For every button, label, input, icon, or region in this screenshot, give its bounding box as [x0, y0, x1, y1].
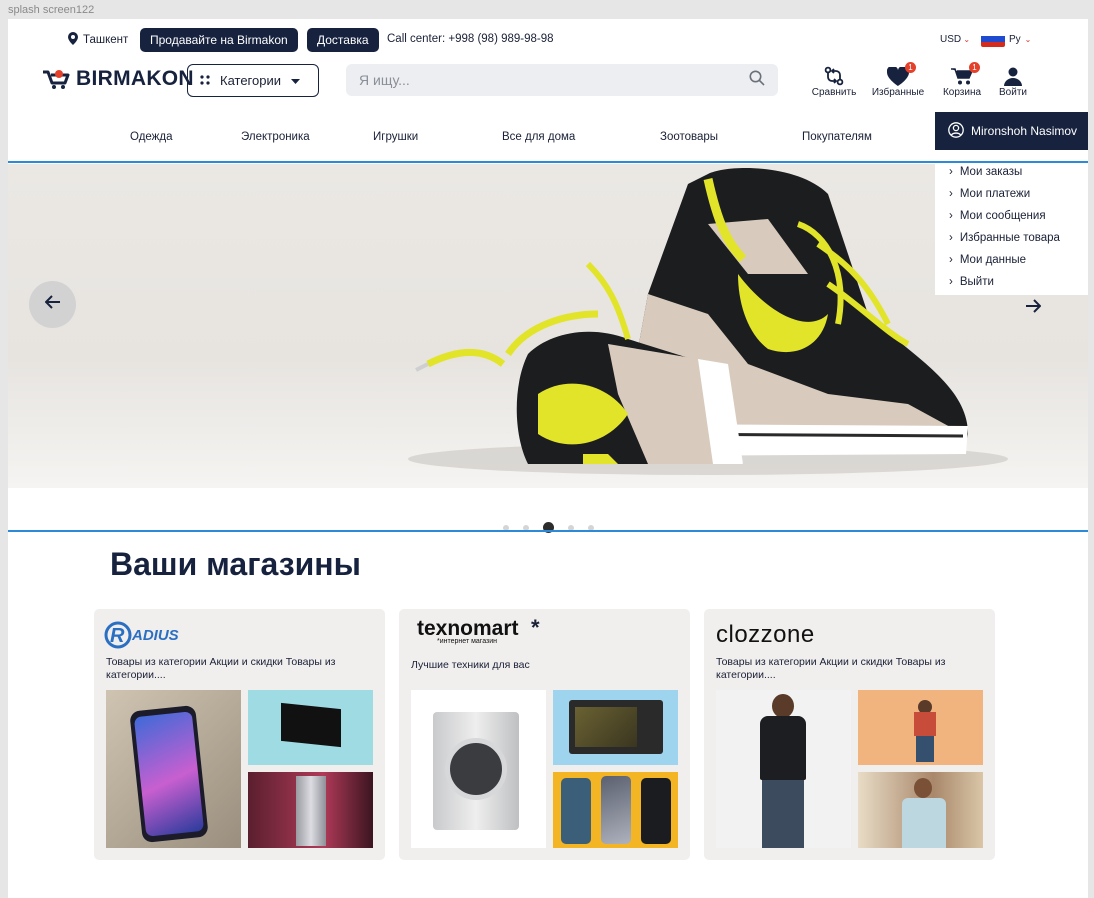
language-label: Ру — [1009, 33, 1021, 45]
cart-logo-icon — [43, 70, 70, 89]
store-card-clozzone[interactable]: clozzone Товары из категории Акции и ски… — [704, 609, 995, 860]
sell-on-birmakon-button[interactable]: Продавайте на Birmakon — [140, 28, 298, 52]
chevron-right-icon: › — [949, 276, 953, 288]
store-card-texnomart[interactable]: texnomart *интернет магазин * Лучшие тех… — [399, 609, 690, 860]
search-icon[interactable] — [749, 70, 765, 91]
favorites-badge: 1 — [905, 62, 916, 73]
user-account-button[interactable]: Mironshoh Nasimov — [935, 112, 1088, 150]
user-icon — [1004, 65, 1022, 87]
menu-item-logout[interactable]: › Выйти — [935, 271, 1088, 293]
search-bar — [346, 64, 778, 96]
smartphone-image — [106, 690, 241, 848]
slider-next-button[interactable] — [1025, 299, 1042, 318]
menu-item-payments[interactable]: › Мои платежи — [935, 183, 1088, 205]
cart-label: Корзина — [942, 87, 982, 98]
nav-item-pets[interactable]: Зоотовары — [660, 131, 718, 143]
nav-item-clothes[interactable]: Одежда — [130, 131, 172, 143]
menu-item-messages[interactable]: › Мои сообщения — [935, 205, 1088, 227]
menu-item-label: Избранные товара — [959, 232, 1060, 244]
logo-text: BIRMAKON — [76, 67, 194, 90]
menu-item-my-data[interactable]: › Мои данные — [935, 249, 1088, 271]
currency-selector[interactable]: USD ⌄ — [940, 34, 970, 45]
nav-item-electronics[interactable]: Электроника — [241, 131, 310, 143]
chevron-right-icon: › — [949, 188, 953, 200]
chevron-down-icon: ⌄ — [961, 35, 971, 44]
delivery-button[interactable]: Доставка — [307, 28, 379, 52]
radius-logo-text: ADIUS — [132, 626, 179, 644]
store-card-radius[interactable]: R ADIUS Товары из категории Акции и скид… — [94, 609, 385, 860]
asterisk-icon: * — [531, 615, 540, 640]
favorites-label: Избранные — [871, 87, 925, 98]
language-selector[interactable]: Ру ⌄ — [981, 31, 1031, 47]
categories-button[interactable]: Категории — [187, 64, 319, 97]
chevron-right-icon: › — [949, 232, 953, 244]
sneakers-image — [408, 168, 1008, 475]
categories-label: Категории — [220, 73, 281, 88]
location-selector[interactable]: Ташкент — [68, 32, 128, 48]
birmakon-logo[interactable]: BIRMAKON — [42, 67, 194, 91]
heart-icon: 1 — [887, 62, 916, 87]
store-description: Товары из категории Акции и скидки Товар… — [716, 656, 946, 681]
phones-image — [553, 772, 678, 848]
svg-text:R: R — [110, 625, 125, 647]
man-suit-image — [858, 772, 983, 848]
frame-label: splash screen122 — [8, 4, 95, 16]
favorites-button[interactable]: 1 Избранные — [868, 62, 928, 98]
menu-item-favorites[interactable]: › Избранные товара — [935, 227, 1088, 249]
store-description: Лучшие техники для вас — [411, 659, 530, 671]
caret-down-icon — [291, 73, 300, 88]
cart-icon: 1 — [951, 62, 980, 87]
login-label: Войти — [999, 87, 1027, 98]
login-button[interactable]: Войти — [983, 65, 1043, 98]
call-center: Call center: +998 (98) 989-98-98 — [387, 33, 554, 45]
microwave-image — [553, 690, 678, 765]
tv-image — [248, 690, 373, 765]
menu-item-label: Мои заказы — [959, 166, 1023, 178]
compare-label: Сравнить — [811, 87, 857, 98]
chevron-right-icon: › — [949, 210, 953, 222]
arrow-left-icon — [44, 295, 61, 314]
currency-label: USD — [940, 34, 962, 45]
russia-flag-icon — [981, 31, 1005, 47]
hero-banner — [8, 164, 1088, 488]
guide-line-bottom — [8, 530, 1088, 532]
location-pin-icon — [68, 32, 78, 48]
search-input[interactable] — [359, 72, 749, 88]
clozzone-logo: clozzone — [716, 621, 815, 648]
menu-item-orders[interactable]: › Мои заказы — [935, 161, 1088, 183]
menu-item-label: Мои данные — [959, 254, 1027, 266]
arrow-right-icon — [1025, 299, 1042, 317]
user-dropdown-menu: › Мои заказы › Мои платежи › Мои сообщения … — [935, 150, 1088, 295]
stores-title: Ваши магазины — [110, 546, 361, 582]
menu-item-label: Мои платежи — [959, 188, 1031, 200]
user-name: Mironshoh Nasimov — [971, 124, 1078, 138]
grid-icon — [200, 73, 210, 88]
cart-badge: 1 — [969, 62, 980, 73]
fridge-image — [248, 772, 373, 848]
top-bar: Ташкент Продавайте на Birmakon Доставка … — [68, 28, 1031, 52]
compare-button[interactable]: Сравнить — [804, 65, 864, 98]
compare-icon — [824, 65, 844, 87]
chevron-right-icon: › — [949, 166, 953, 178]
guide-line-top — [8, 161, 1088, 163]
slider-prev-button[interactable] — [29, 281, 76, 328]
user-circle-icon — [948, 121, 964, 141]
texnomart-logo: texnomart *интернет магазин — [417, 617, 519, 645]
page: Ташкент Продавайте на Birmakon Доставка … — [8, 19, 1088, 898]
man-tshirt-image — [716, 690, 851, 848]
nav-item-for-buyers[interactable]: Покупателям — [802, 131, 872, 143]
radius-logo: R ADIUS — [104, 621, 179, 649]
chevron-down-icon: ⌄ — [1024, 34, 1032, 44]
store-description: Товары из категории Акции и скидки Товар… — [106, 656, 336, 681]
chevron-right-icon: › — [949, 254, 953, 266]
location-label: Ташкент — [83, 34, 129, 46]
nav-item-home[interactable]: Все для дома — [502, 131, 575, 143]
man-orange-backdrop-image — [858, 690, 983, 765]
washing-machine-image — [411, 690, 546, 848]
menu-item-label: Выйти — [959, 276, 994, 288]
menu-item-label: Мои сообщения — [959, 210, 1046, 222]
nav-item-toys[interactable]: Игрушки — [373, 131, 418, 143]
